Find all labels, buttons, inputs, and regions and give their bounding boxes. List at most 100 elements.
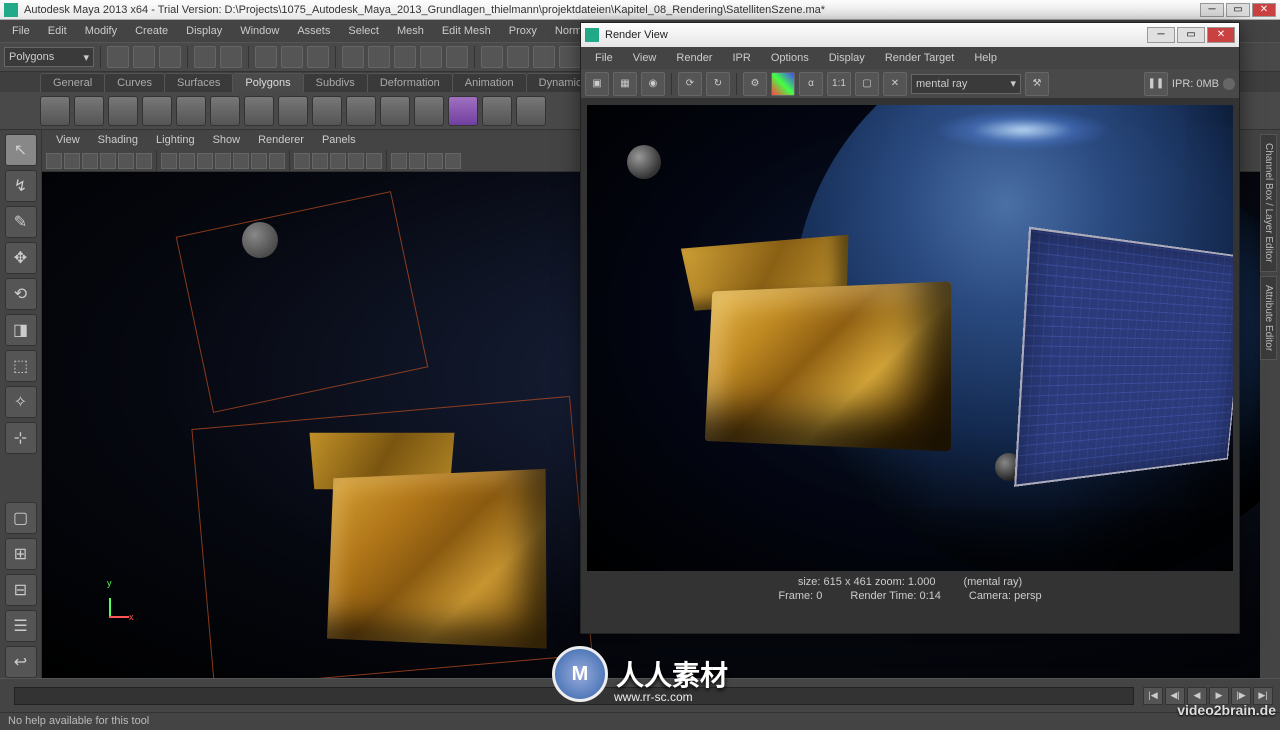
scale-tool[interactable]: ◨ (5, 314, 37, 346)
lasso-tool[interactable]: ↯ (5, 170, 37, 202)
new-scene-button[interactable] (107, 46, 129, 68)
rv-menu-render[interactable]: Render (666, 49, 722, 67)
redo-button[interactable] (220, 46, 242, 68)
vp-menu-panels[interactable]: Panels (314, 132, 364, 148)
single-view-button[interactable]: ▢ (5, 502, 37, 534)
render-view-titlebar[interactable]: Render View ─ ▭ ✕ (581, 23, 1239, 47)
shelf-tab-deformation[interactable]: Deformation (367, 73, 453, 92)
last-tool-button[interactable]: ↩ (5, 646, 37, 678)
rv-snapshot-button[interactable]: ◉ (641, 72, 665, 96)
select-component-button[interactable] (307, 46, 329, 68)
render-button[interactable] (507, 46, 529, 68)
rv-menu-options[interactable]: Options (761, 49, 819, 67)
rv-menu-file[interactable]: File (585, 49, 623, 67)
vp-lock-camera-button[interactable] (64, 153, 80, 169)
menu-file[interactable]: File (4, 22, 38, 40)
render-view-canvas[interactable]: size: 615 x 461 zoom: 1.000 (mental ray)… (581, 99, 1239, 633)
rv-pause-ipr-button[interactable]: ❚❚ (1144, 72, 1168, 96)
select-object-button[interactable] (281, 46, 303, 68)
vp-safe-action-button[interactable] (251, 153, 267, 169)
select-hierarchy-button[interactable] (255, 46, 277, 68)
poly-bridge-button[interactable] (516, 96, 546, 126)
vp-isolate-button[interactable] (391, 153, 407, 169)
poly-plane-button[interactable] (176, 96, 206, 126)
minimize-button[interactable]: ─ (1200, 3, 1224, 17)
rv-alpha-button[interactable]: α (799, 72, 823, 96)
vp-shaded-button[interactable] (312, 153, 328, 169)
vp-film-gate-button[interactable] (179, 153, 195, 169)
vp-bookmarks-button[interactable] (82, 153, 98, 169)
four-view-button[interactable]: ⊞ (5, 538, 37, 570)
poly-sphere-button[interactable] (40, 96, 70, 126)
snap-plane-button[interactable] (420, 46, 442, 68)
rv-close-button[interactable]: ✕ (1207, 27, 1235, 43)
rv-menu-help[interactable]: Help (964, 49, 1007, 67)
go-start-button[interactable]: |◀ (1143, 687, 1163, 705)
vp-shadows-button[interactable] (366, 153, 382, 169)
rv-minimize-button[interactable]: ─ (1147, 27, 1175, 43)
shelf-tab-subdivs[interactable]: Subdivs (303, 73, 368, 92)
vp-field-chart-button[interactable] (233, 153, 249, 169)
menu-select[interactable]: Select (340, 22, 387, 40)
rv-scale-button[interactable]: 1:1 (827, 72, 851, 96)
outliner-view-button[interactable]: ☰ (5, 610, 37, 642)
soft-mod-tool[interactable]: ✧ (5, 386, 37, 418)
rv-render-region-button[interactable]: ▦ (613, 72, 637, 96)
shelf-tab-curves[interactable]: Curves (104, 73, 165, 92)
paint-select-tool[interactable]: ✎ (5, 206, 37, 238)
rv-refresh-button[interactable]: ↻ (706, 72, 730, 96)
poly-cube-button[interactable] (74, 96, 104, 126)
vp-menu-show[interactable]: Show (205, 132, 249, 148)
rv-ipr-button[interactable]: ⟳ (678, 72, 702, 96)
menu-assets[interactable]: Assets (289, 22, 338, 40)
vp-gate-mask-button[interactable] (215, 153, 231, 169)
timeline[interactable] (14, 687, 1134, 705)
poly-cylinder-button[interactable] (108, 96, 138, 126)
menu-mesh[interactable]: Mesh (389, 22, 432, 40)
poly-torus-button[interactable] (210, 96, 240, 126)
poly-extrude-button[interactable] (482, 96, 512, 126)
rv-menu-display[interactable]: Display (819, 49, 875, 67)
vp-grease-button[interactable] (136, 153, 152, 169)
snap-point-button[interactable] (394, 46, 416, 68)
vp-resolution-gate-button[interactable] (197, 153, 213, 169)
vp-grid-button[interactable] (161, 153, 177, 169)
menu-proxy[interactable]: Proxy (501, 22, 545, 40)
poly-cone-button[interactable] (142, 96, 172, 126)
menu-edit[interactable]: Edit (40, 22, 75, 40)
ipr-render-button[interactable] (533, 46, 555, 68)
vp-textured-button[interactable] (330, 153, 346, 169)
rv-render-settings-button[interactable]: ⚙ (743, 72, 767, 96)
vp-select-camera-button[interactable] (46, 153, 62, 169)
poly-helix-button[interactable] (312, 96, 342, 126)
shelf-tab-animation[interactable]: Animation (452, 73, 527, 92)
rv-renderer-dropdown[interactable]: mental ray▾ (911, 74, 1021, 94)
poly-type-button[interactable] (448, 96, 478, 126)
vp-xray-joints-button[interactable] (427, 153, 443, 169)
vp-image-plane-button[interactable] (100, 153, 116, 169)
attribute-editor-tab[interactable]: Attribute Editor (1260, 276, 1277, 360)
move-tool[interactable]: ✥ (5, 242, 37, 274)
universal-manip-tool[interactable]: ⬚ (5, 350, 37, 382)
rotate-tool[interactable]: ⟲ (5, 278, 37, 310)
undo-button[interactable] (194, 46, 216, 68)
snap-curve-button[interactable] (368, 46, 390, 68)
vp-screen-button[interactable] (445, 153, 461, 169)
poly-pipe-button[interactable] (278, 96, 308, 126)
select-tool[interactable]: ↖ (5, 134, 37, 166)
vp-menu-shading[interactable]: Shading (90, 132, 146, 148)
menu-modify[interactable]: Modify (77, 22, 125, 40)
save-scene-button[interactable] (159, 46, 181, 68)
rv-keep-image-button[interactable]: ▢ (855, 72, 879, 96)
shelf-tab-general[interactable]: General (40, 73, 105, 92)
rv-menu-view[interactable]: View (623, 49, 667, 67)
module-dropdown[interactable]: Polygons▾ (4, 47, 94, 67)
construction-history-button[interactable] (481, 46, 503, 68)
render-settings-button[interactable] (559, 46, 581, 68)
vp-2d-pan-button[interactable] (118, 153, 134, 169)
show-manip-tool[interactable]: ⊹ (5, 422, 37, 454)
close-button[interactable]: ✕ (1252, 3, 1276, 17)
poly-soccer-button[interactable] (346, 96, 376, 126)
menu-window[interactable]: Window (232, 22, 287, 40)
rv-menu-rendertarget[interactable]: Render Target (875, 49, 965, 67)
